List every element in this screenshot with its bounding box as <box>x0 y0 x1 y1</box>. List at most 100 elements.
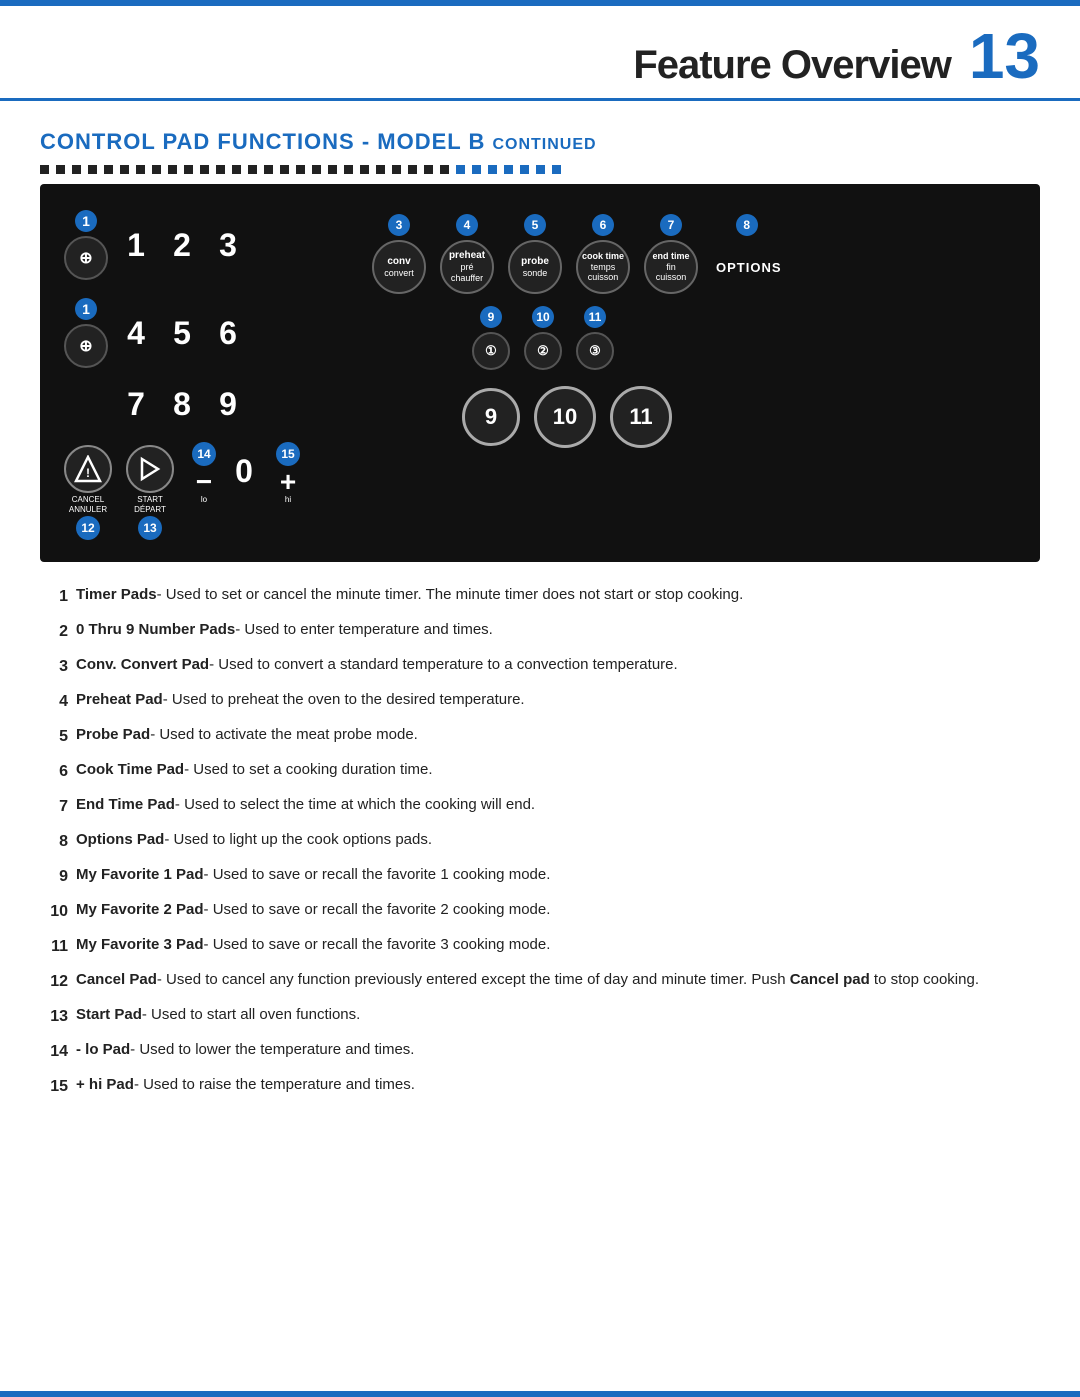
dot <box>392 165 401 174</box>
num-7[interactable]: 7 <box>118 386 154 423</box>
desc-text-12: Cancel Pad- Used to cancel any function … <box>76 969 979 992</box>
desc-text-6: Cook Time Pad- Used to set a cooking dur… <box>76 759 433 782</box>
dot <box>312 165 321 174</box>
badge-15: 15 <box>276 442 300 466</box>
num-9[interactable]: 9 <box>210 386 246 423</box>
hi-btn[interactable]: 15 + hi <box>276 445 300 505</box>
plus-symbol[interactable]: + <box>280 468 296 496</box>
num-4[interactable]: 4 <box>118 315 154 352</box>
desc-8: 8 Options Pad- Used to light up the cook… <box>40 829 1040 854</box>
badge-14: 14 <box>192 442 216 466</box>
hi-symbol-wrap: 15 + <box>276 445 300 493</box>
probe-btn[interactable]: 5 probe sonde <box>508 214 562 294</box>
desc-text-8: Options Pad- Used to light up the cook o… <box>76 829 432 852</box>
badge-4: 4 <box>456 214 478 236</box>
num-5[interactable]: 5 <box>164 315 200 352</box>
dot <box>72 165 81 174</box>
num-2[interactable]: 2 <box>164 227 200 264</box>
lo-btn[interactable]: 14 − lo <box>192 445 216 505</box>
fav1-circle[interactable]: ① <box>472 332 510 370</box>
desc-7: 7 End Time Pad- Used to select the time … <box>40 794 1040 819</box>
desc-num-12: 12 <box>40 969 76 994</box>
dot <box>216 165 225 174</box>
preheat-label: preheat <box>449 250 485 262</box>
big-fav9[interactable]: 9 <box>462 388 520 446</box>
timer-btn-1[interactable]: ⊕ <box>64 236 108 280</box>
desc-text-11: My Favorite 3 Pad- Used to save or recal… <box>76 934 550 957</box>
dot <box>328 165 337 174</box>
cook-time-circle[interactable]: cook time temps cuisson <box>576 240 630 294</box>
conv-circle[interactable]: conv convert <box>372 240 426 294</box>
panel-left: 1 ⊕ 1 2 3 1 ⊕ 4 5 6 <box>64 206 364 544</box>
desc-11: 11 My Favorite 3 Pad- Used to save or re… <box>40 934 1040 959</box>
lo-label: lo <box>201 495 207 505</box>
fav1-btn[interactable]: 9 ① <box>472 306 510 370</box>
num-0[interactable]: 0 <box>226 445 262 490</box>
big-fav10[interactable]: 10 <box>534 386 596 448</box>
bottom-bar <box>0 1391 1080 1397</box>
desc-text-13: Start Pad- Used to start all oven functi… <box>76 1004 360 1027</box>
desc-15: 15 + hi Pad- Used to raise the temperatu… <box>40 1074 1040 1099</box>
num-8[interactable]: 8 <box>164 386 200 423</box>
end-time-circle[interactable]: end time fin cuisson <box>644 240 698 294</box>
timer-btn-2[interactable]: ⊕ <box>64 324 108 368</box>
dot <box>376 165 385 174</box>
desc-num-4: 4 <box>40 689 76 714</box>
fav3-btn[interactable]: 11 ③ <box>576 306 614 370</box>
options-label[interactable]: OPTIONS <box>712 260 782 275</box>
num-row-1: 1 ⊕ 1 2 3 <box>64 206 364 284</box>
badge-6: 6 <box>592 214 614 236</box>
desc-text-1: Timer Pads- Used to set or cancel the mi… <box>76 584 743 607</box>
end-time-fin: fin cuisson <box>650 262 692 284</box>
cancel-btn[interactable]: ! CANCELANNULER 12 <box>64 445 112 540</box>
cancel-icon-circle[interactable]: ! <box>64 445 112 493</box>
timer-pad-1[interactable]: 1 ⊕ <box>64 210 108 280</box>
dot <box>152 165 161 174</box>
dot-blue <box>536 165 545 174</box>
end-time-btn[interactable]: 7 end time fin cuisson <box>644 214 698 294</box>
desc-num-10: 10 <box>40 899 76 924</box>
fav-row: 9 ① 10 ② 11 ③ <box>372 306 1016 370</box>
timer-icon-2: ⊕ <box>79 336 92 356</box>
fav2-circle[interactable]: ② <box>524 332 562 370</box>
cook-time-btn[interactable]: 6 cook time temps cuisson <box>576 214 630 294</box>
start-icon-circle[interactable] <box>126 445 174 493</box>
dot <box>88 165 97 174</box>
desc-text-2: 0 Thru 9 Number Pads- Used to enter temp… <box>76 619 493 642</box>
badge-7: 7 <box>660 214 682 236</box>
big-fav11[interactable]: 11 <box>610 386 672 448</box>
conv-sublabel: convert <box>384 268 414 279</box>
num-1[interactable]: 1 <box>118 227 154 264</box>
desc-10: 10 My Favorite 2 Pad- Used to save or re… <box>40 899 1040 924</box>
dot-divider <box>0 155 1080 184</box>
desc-2: 2 0 Thru 9 Number Pads- Used to enter te… <box>40 619 1040 644</box>
preheat-chauffer: chauffer <box>451 273 483 284</box>
minus-symbol[interactable]: − <box>196 468 212 496</box>
desc-num-13: 13 <box>40 1004 76 1029</box>
start-btn[interactable]: STARTDÉPART 13 <box>126 445 174 540</box>
badge-10: 10 <box>532 306 554 328</box>
options-btn[interactable]: 8 OPTIONS <box>712 214 782 294</box>
num-6[interactable]: 6 <box>210 315 246 352</box>
lo-badge-wrap: 14 − <box>192 442 216 496</box>
cancel-label: CANCELANNULER <box>69 495 107 514</box>
badge-9: 9 <box>480 306 502 328</box>
num-row-2: 1 ⊕ 4 5 6 <box>64 294 364 372</box>
dot <box>424 165 433 174</box>
fav10-label: 10 <box>553 404 577 430</box>
cook-time-label: cook time <box>582 251 624 262</box>
options-wrap: OPTIONS <box>712 240 782 294</box>
dot <box>184 165 193 174</box>
num-3[interactable]: 3 <box>210 227 246 264</box>
probe-circle[interactable]: probe sonde <box>508 240 562 294</box>
bottom-row: ! CANCELANNULER 12 STARTDÉPART 13 <box>64 441 364 544</box>
preheat-circle[interactable]: preheat pré chauffer <box>440 240 494 294</box>
conv-btn[interactable]: 3 conv convert <box>372 214 426 294</box>
timer-pad-2[interactable]: 1 ⊕ <box>64 298 108 368</box>
preheat-btn[interactable]: 4 preheat pré chauffer <box>440 214 494 294</box>
fav3-circle[interactable]: ③ <box>576 332 614 370</box>
fav2-btn[interactable]: 10 ② <box>524 306 562 370</box>
desc-12: 12 Cancel Pad- Used to cancel any functi… <box>40 969 1040 994</box>
badge-11: 11 <box>584 306 606 328</box>
header: Feature Overview 13 <box>0 6 1080 101</box>
